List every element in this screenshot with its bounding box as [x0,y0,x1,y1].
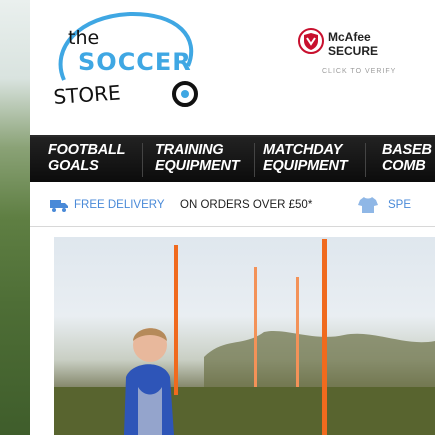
background-photo-strip [0,0,30,435]
mcafee-secure-badge[interactable]: McAfee SECURE CLICK TO VERIFY [298,22,418,92]
training-pole [322,239,327,435]
soccer-store-logo[interactable]: the SOCCER STORE [50,8,210,118]
nav-divider [142,143,143,177]
nav-label-line2: EQUIPMENT [263,158,348,174]
player-figure [124,328,174,435]
logo-graphic: the SOCCER STORE [53,11,198,109]
training-pole [174,245,178,395]
nav-divider [365,143,366,177]
mcafee-verify-text: CLICK TO VERIFY [322,68,397,75]
nav-label-line1: BASEB [382,142,432,158]
mcafee-secure-label: SECURE [328,44,379,58]
special-offer-link[interactable]: SPE [388,199,411,211]
nav-label-line1: MATCHDAY [263,142,343,158]
nav-item-training-equipment[interactable]: TRAINING EQUIPMENT [155,142,240,174]
nav-label-line2: EQUIPMENT [155,158,240,174]
nav-divider [254,143,255,177]
nav-label-line1: FOOTBALL [48,142,126,158]
divider [30,226,435,227]
promo-bar: FREE DELIVERY ON ORDERS OVER £50* SPE [30,196,435,218]
logo-text-store: STORE [53,80,122,109]
nav-label-line1: TRAINING [155,142,224,158]
delivery-truck-icon [50,200,68,212]
page: the SOCCER STORE McAfee SECURE CLICK TO … [30,0,435,435]
logo-text-soccer: SOCCER [78,48,192,76]
orders-over-text: ON ORDERS OVER £50* [180,199,313,211]
mcafee-shield-icon [298,28,324,54]
free-delivery-link[interactable]: FREE DELIVERY [74,199,165,211]
hero-photo [54,239,435,435]
shirt-icon [358,197,378,213]
nav-item-baseball-combo[interactable]: BASEB COMB [382,142,432,174]
hero-image[interactable] [54,237,435,435]
main-nav: FOOTBALL GOALS TRAINING EQUIPMENT MATCHD… [30,135,435,182]
training-pole [296,277,299,387]
nav-item-football-goals[interactable]: FOOTBALL GOALS [48,142,126,174]
logo-text-the: the [68,27,99,49]
training-pole [254,267,257,387]
nav-label-line2: COMB [382,158,426,174]
nav-label-line2: GOALS [48,158,99,174]
mcafee-brand: McAfee [328,30,371,44]
nav-item-matchday-equipment[interactable]: MATCHDAY EQUIPMENT [263,142,348,174]
